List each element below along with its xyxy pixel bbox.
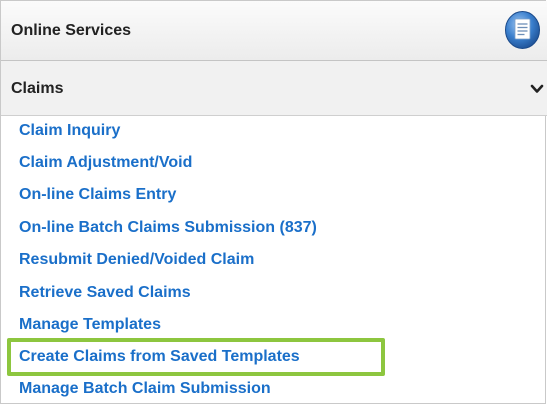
menu-link[interactable]: Claim Adjustment/Void (19, 154, 192, 171)
menu-link[interactable]: Manage Templates (19, 316, 161, 333)
panel-header: Online Services (1, 1, 547, 61)
section-title: Claims (11, 80, 64, 97)
menu-item-claim-inquiry[interactable]: Claim Inquiry (19, 120, 120, 142)
menu-link[interactable]: Claim Inquiry (19, 122, 120, 139)
panel-title: Online Services (11, 22, 132, 39)
online-services-panel: Online Services Claims Claim Inquiry Cla… (0, 0, 547, 404)
chevron-down-icon[interactable] (530, 82, 544, 96)
menu-item-manage-templates[interactable]: Manage Templates (19, 314, 161, 336)
menu-link[interactable]: Resubmit Denied/Voided Claim (19, 251, 254, 268)
document-icon[interactable] (504, 10, 541, 50)
highlight-box (7, 338, 385, 376)
menu-link[interactable]: On-line Claims Entry (19, 186, 176, 203)
menu-item-manage-batch-claim-submission[interactable]: Manage Batch Claim Submission (19, 378, 271, 400)
menu-item-online-claims-entry[interactable]: On-line Claims Entry (19, 184, 176, 206)
menu-link[interactable]: Manage Batch Claim Submission (19, 380, 271, 397)
menu-link[interactable]: On-line Batch Claims Submission (837) (19, 219, 317, 236)
claims-section-header[interactable]: Claims (1, 61, 547, 116)
menu-item-online-batch-claims-submission[interactable]: On-line Batch Claims Submission (837) (19, 217, 317, 239)
menu-item-claim-adjustment-void[interactable]: Claim Adjustment/Void (19, 152, 192, 174)
menu-item-resubmit-denied-voided-claim[interactable]: Resubmit Denied/Voided Claim (19, 249, 254, 271)
menu-link[interactable]: Retrieve Saved Claims (19, 284, 191, 301)
menu-item-retrieve-saved-claims[interactable]: Retrieve Saved Claims (19, 282, 191, 304)
